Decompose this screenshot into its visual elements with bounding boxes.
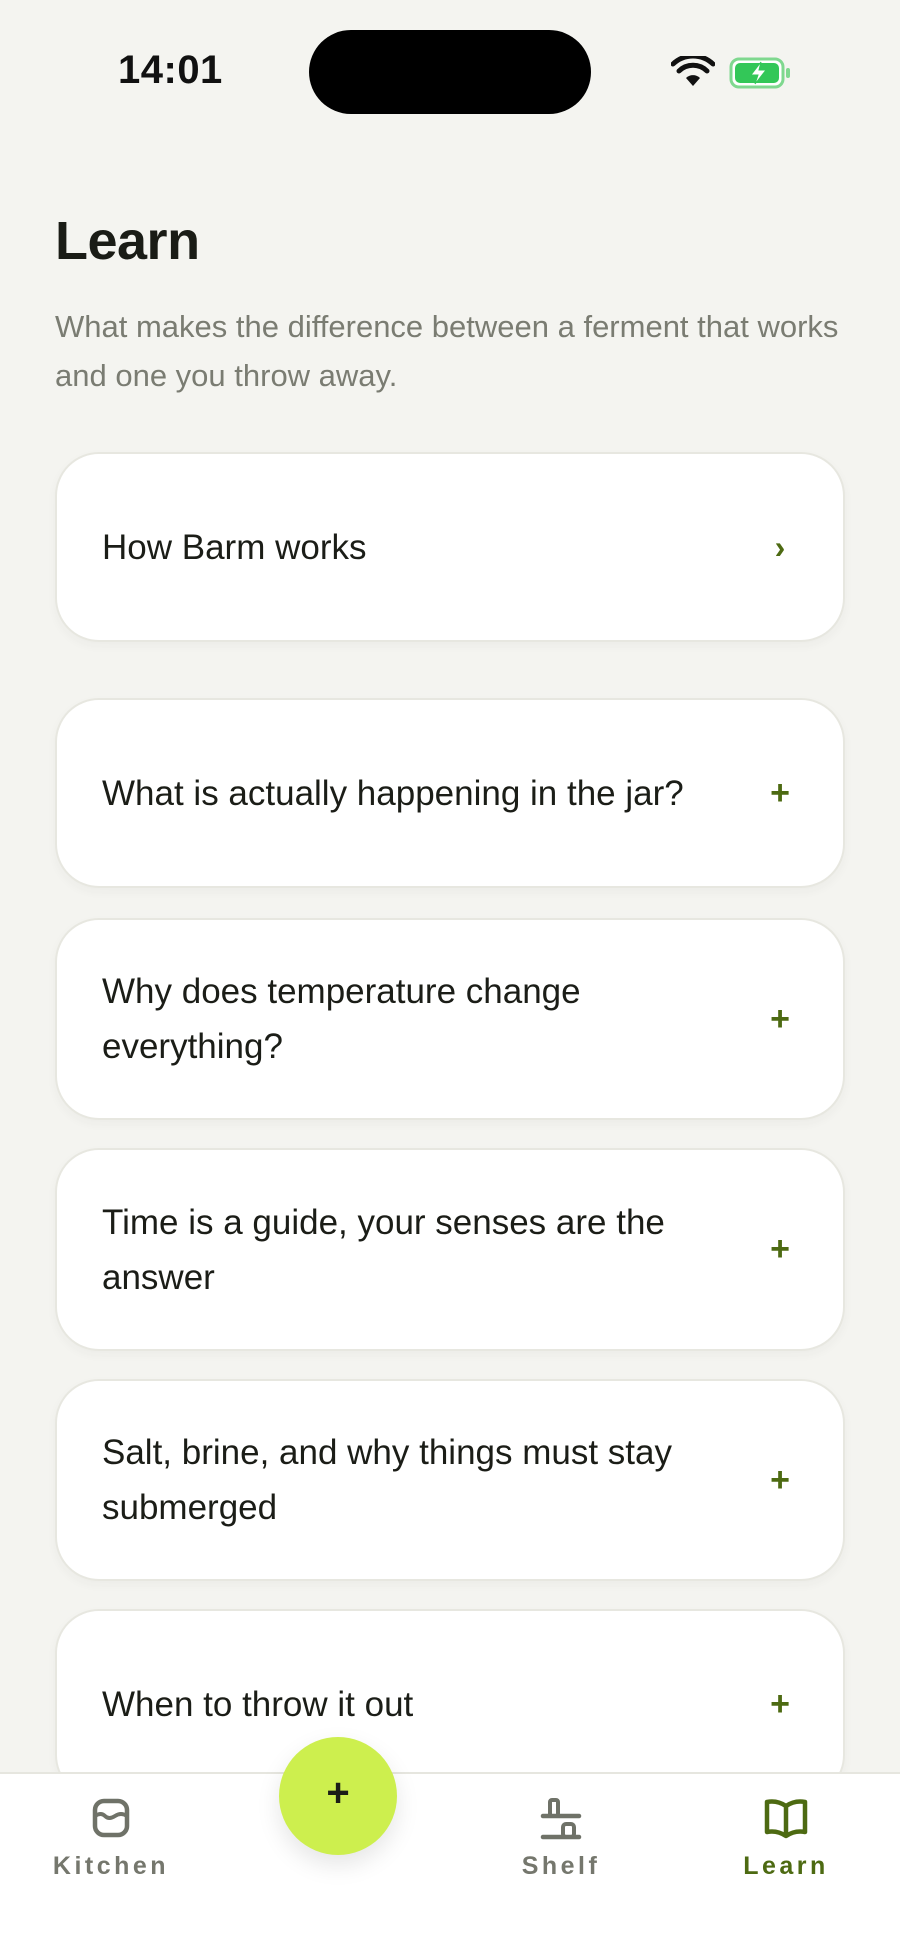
wifi-icon (671, 56, 715, 86)
card-when-to-throw-out[interactable]: When to throw it out + (55, 1609, 845, 1799)
chevron-right-icon: › (774, 528, 786, 565)
tab-label: Shelf (521, 1852, 601, 1880)
battery-charging-icon (729, 57, 790, 89)
card-time-and-senses[interactable]: Time is a guide, your senses are the ans… (55, 1148, 845, 1351)
shelf-icon (540, 1798, 582, 1840)
card-how-barm-works[interactable]: How Barm works › (55, 452, 845, 642)
card-label: What is actually happening in the jar? (102, 773, 684, 813)
learn-screen: 14:01 Learn What makes the difference be… (0, 0, 900, 1957)
kitchen-jar-icon (92, 1798, 130, 1838)
card-label: How Barm works (102, 527, 367, 567)
card-salt-brine[interactable]: Salt, brine, and why things must stay su… (55, 1379, 845, 1581)
card-label: Why does temperature change everything? (102, 972, 581, 1066)
card-whats-happening-in-jar[interactable]: What is actually happening in the jar? + (55, 698, 845, 888)
tab-label: Learn (743, 1852, 829, 1880)
add-ferment-button[interactable]: + (279, 1737, 397, 1855)
status-time: 14:01 (118, 48, 223, 92)
plus-icon[interactable]: + (762, 774, 798, 813)
card-label: When to throw it out (102, 1684, 414, 1724)
tab-learn[interactable]: Learn (696, 1790, 876, 1900)
plus-icon[interactable]: + (762, 1000, 798, 1039)
open-book-icon (764, 1799, 808, 1839)
plus-icon[interactable]: + (762, 1685, 798, 1724)
page-title: Learn (55, 211, 200, 271)
plus-icon[interactable]: + (762, 1461, 798, 1500)
card-temperature[interactable]: Why does temperature change everything? … (55, 918, 845, 1120)
dynamic-island (309, 30, 591, 114)
tab-kitchen[interactable]: Kitchen (21, 1790, 201, 1900)
tab-label: Kitchen (52, 1852, 170, 1880)
plus-icon: + (326, 1770, 350, 1815)
card-label: Salt, brine, and why things must stay su… (102, 1433, 672, 1527)
tab-shelf[interactable]: Shelf (471, 1790, 651, 1900)
page-subtitle: What makes the difference between a ferm… (55, 309, 839, 393)
card-label: Time is a guide, your senses are the ans… (102, 1202, 665, 1297)
plus-icon[interactable]: + (762, 1230, 798, 1269)
